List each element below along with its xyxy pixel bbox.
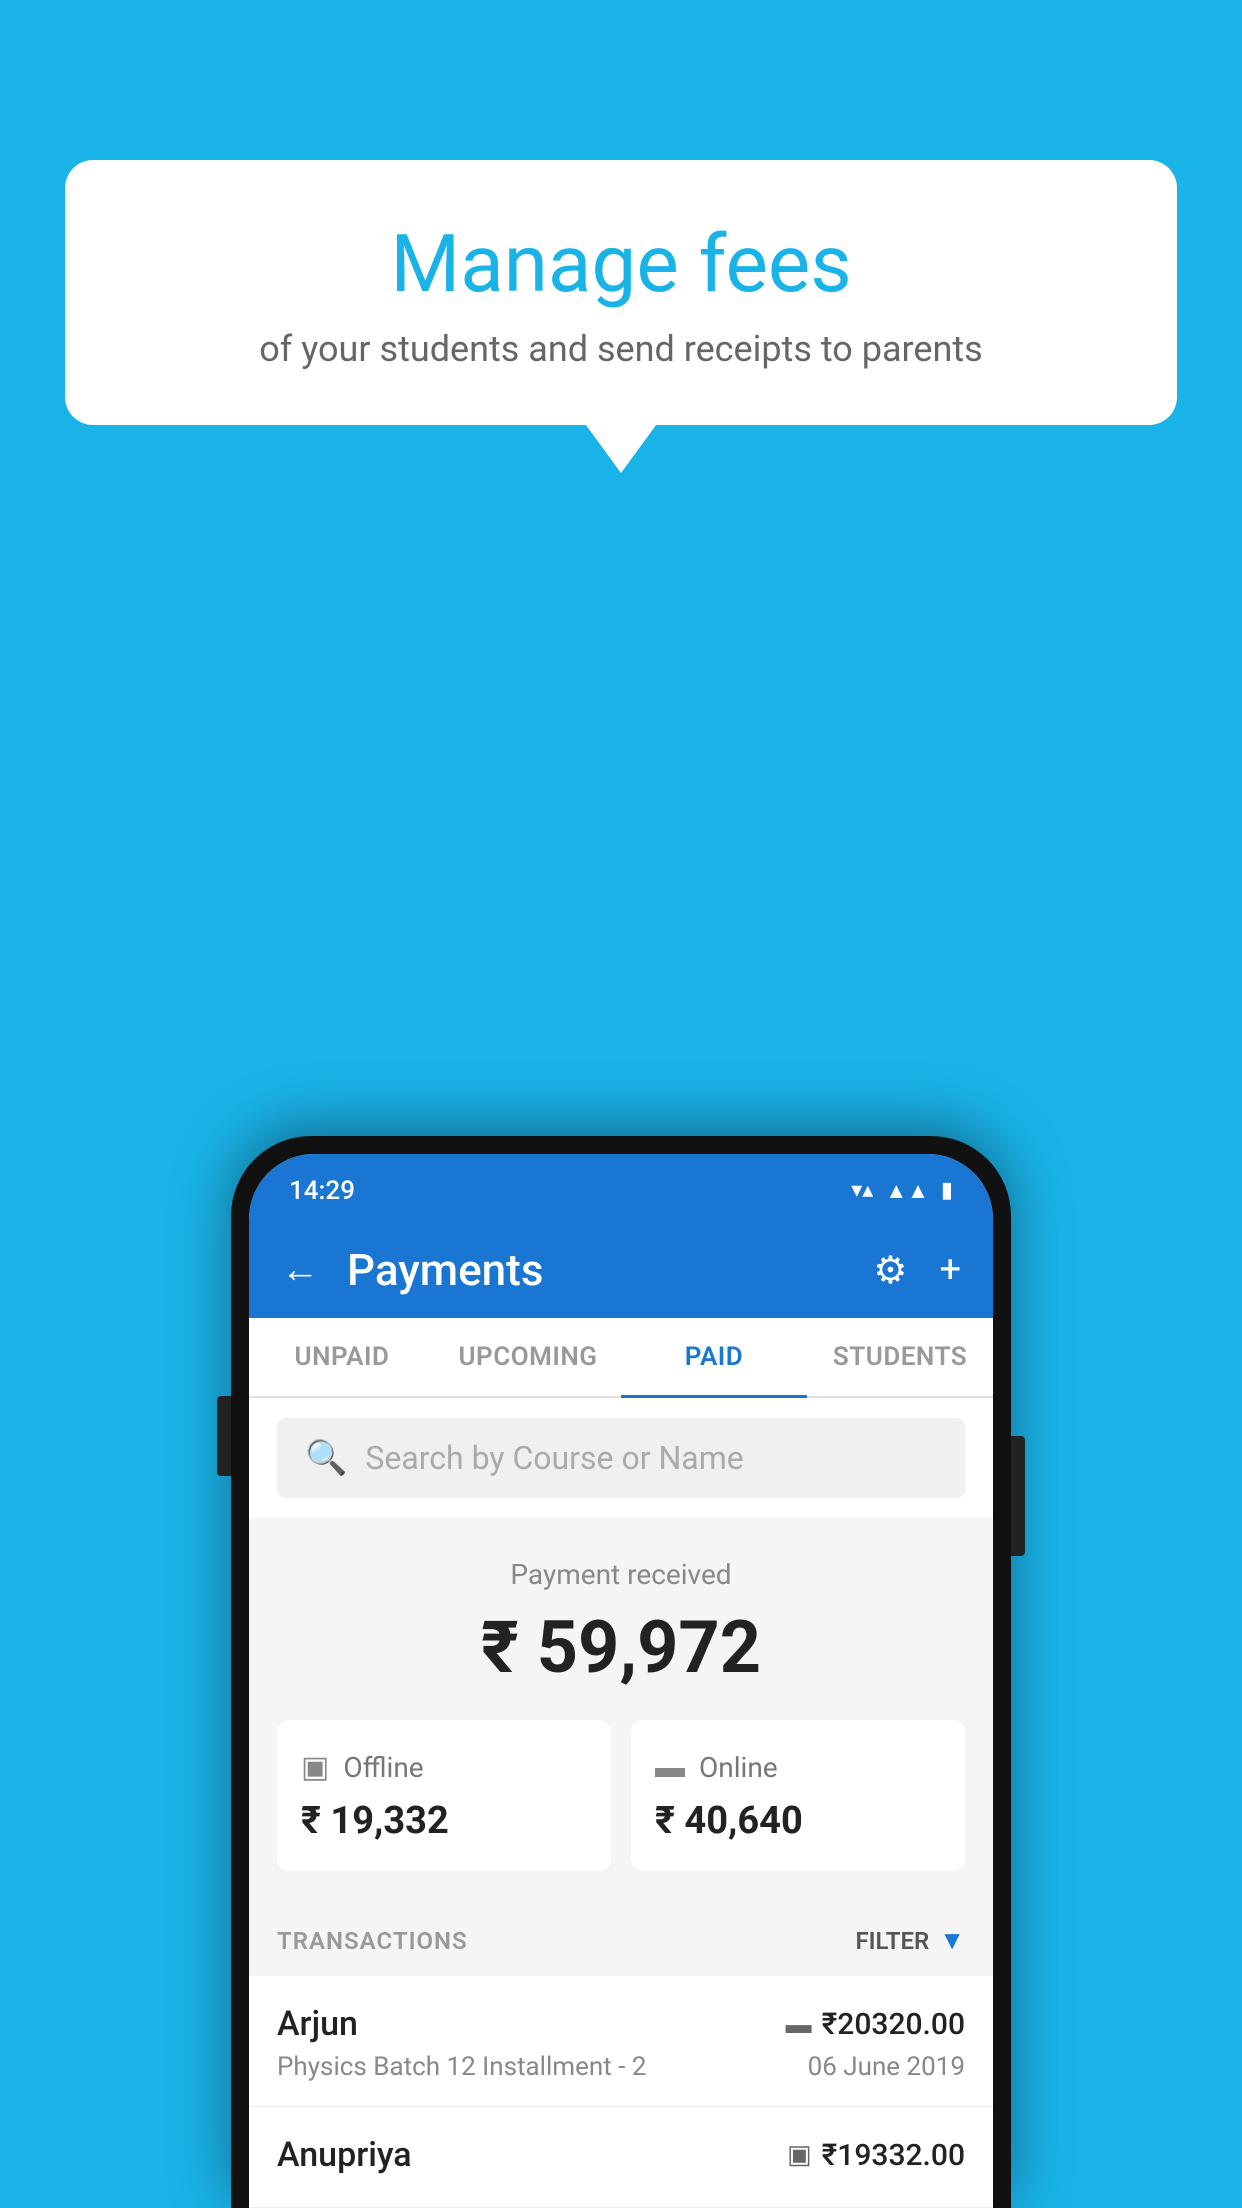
speech-bubble-container: Manage fees of your students and send re… [65,160,1177,425]
search-box[interactable]: 🔍 Search by Course or Name [277,1418,965,1498]
transaction-amount: ₹20320.00 [822,2007,965,2042]
filter-icon: ▼ [939,1925,965,1956]
transaction-amount-2: ₹19332.00 [822,2138,965,2173]
transaction-top-2: Anupriya ▣ ₹19332.00 [277,2135,965,2175]
transaction-date: 06 June 2019 [808,2052,965,2082]
wifi-icon: ▾▴ [851,1178,873,1203]
transaction-bottom: Physics Batch 12 Installment - 2 06 June… [277,2052,965,2082]
signal-icon: ▲▲ [885,1178,929,1204]
offline-card-header: ▣ Offline [301,1750,587,1785]
app-title: Payments [347,1244,873,1296]
tab-paid[interactable]: PAID [621,1318,807,1396]
offline-card: ▣ Offline ₹ 19,332 [277,1720,611,1871]
online-icon: ▬ [655,1750,685,1785]
tab-students[interactable]: STUDENTS [807,1318,993,1396]
offline-amount: ₹ 19,332 [301,1799,587,1843]
tabs: UNPAID UPCOMING PAID STUDENTS [249,1318,993,1398]
main-content: 🔍 Search by Course or Name Payment recei… [249,1398,993,2208]
transaction-row-anupriya[interactable]: Anupriya ▣ ₹19332.00 [249,2107,993,2208]
settings-icon[interactable]: ⚙ [873,1248,907,1293]
bubble-title: Manage fees [145,220,1097,308]
offline-label: Offline [343,1751,423,1784]
transaction-row-arjun[interactable]: Arjun ▬ ₹20320.00 Physics Batch 12 Insta… [249,1976,993,2107]
search-container: 🔍 Search by Course or Name [249,1398,993,1518]
payment-cards: ▣ Offline ₹ 19,332 ▬ Online ₹ 40,640 [249,1720,993,1899]
status-icons: ▾▴ ▲▲ ▮ [851,1178,953,1204]
transactions-label: TRANSACTIONS [277,1927,468,1955]
app-bar-icons: ⚙ + [873,1248,961,1293]
search-icon: 🔍 [305,1438,347,1478]
online-payment-icon: ▬ [786,2009,812,2040]
online-card-header: ▬ Online [655,1750,941,1785]
payment-received-section: Payment received ₹ 59,972 [249,1518,993,1720]
online-label: Online [699,1751,778,1784]
battery-icon: ▮ [941,1178,953,1203]
search-input[interactable]: Search by Course or Name [365,1439,743,1477]
payment-received-label: Payment received [277,1558,965,1591]
transaction-name-2: Anupriya [277,2135,412,2175]
speech-bubble: Manage fees of your students and send re… [65,160,1177,425]
status-bar: 14:29 ▾▴ ▲▲ ▮ [249,1154,993,1222]
transaction-course: Physics Batch 12 Installment - 2 [277,2052,646,2082]
transaction-amount-row: ▬ ₹20320.00 [786,2007,965,2042]
filter-button[interactable]: FILTER ▼ [855,1925,965,1956]
online-card: ▬ Online ₹ 40,640 [631,1720,965,1871]
transactions-header: TRANSACTIONS FILTER ▼ [249,1899,993,1976]
offline-icon: ▣ [301,1750,329,1785]
bubble-subtitle: of your students and send receipts to pa… [145,328,1097,370]
tab-upcoming[interactable]: UPCOMING [435,1318,621,1396]
phone-wrapper: 14:29 ▾▴ ▲▲ ▮ ← Payments ⚙ + UNPAID [231,1136,1011,2208]
tab-unpaid[interactable]: UNPAID [249,1318,435,1396]
online-amount: ₹ 40,640 [655,1799,941,1843]
phone-frame: 14:29 ▾▴ ▲▲ ▮ ← Payments ⚙ + UNPAID [231,1136,1011,2208]
transaction-top: Arjun ▬ ₹20320.00 [277,2004,965,2044]
back-button[interactable]: ← [281,1251,319,1289]
transaction-name: Arjun [277,2004,358,2044]
offline-payment-icon: ▣ [787,2140,812,2170]
filter-label: FILTER [855,1927,929,1955]
phone-screen: 14:29 ▾▴ ▲▲ ▮ ← Payments ⚙ + UNPAID [249,1154,993,2208]
app-bar: ← Payments ⚙ + [249,1222,993,1318]
status-time: 14:29 [289,1176,355,1206]
add-icon[interactable]: + [939,1248,961,1292]
payment-received-amount: ₹ 59,972 [277,1605,965,1690]
transaction-amount-row-2: ▣ ₹19332.00 [787,2138,965,2173]
